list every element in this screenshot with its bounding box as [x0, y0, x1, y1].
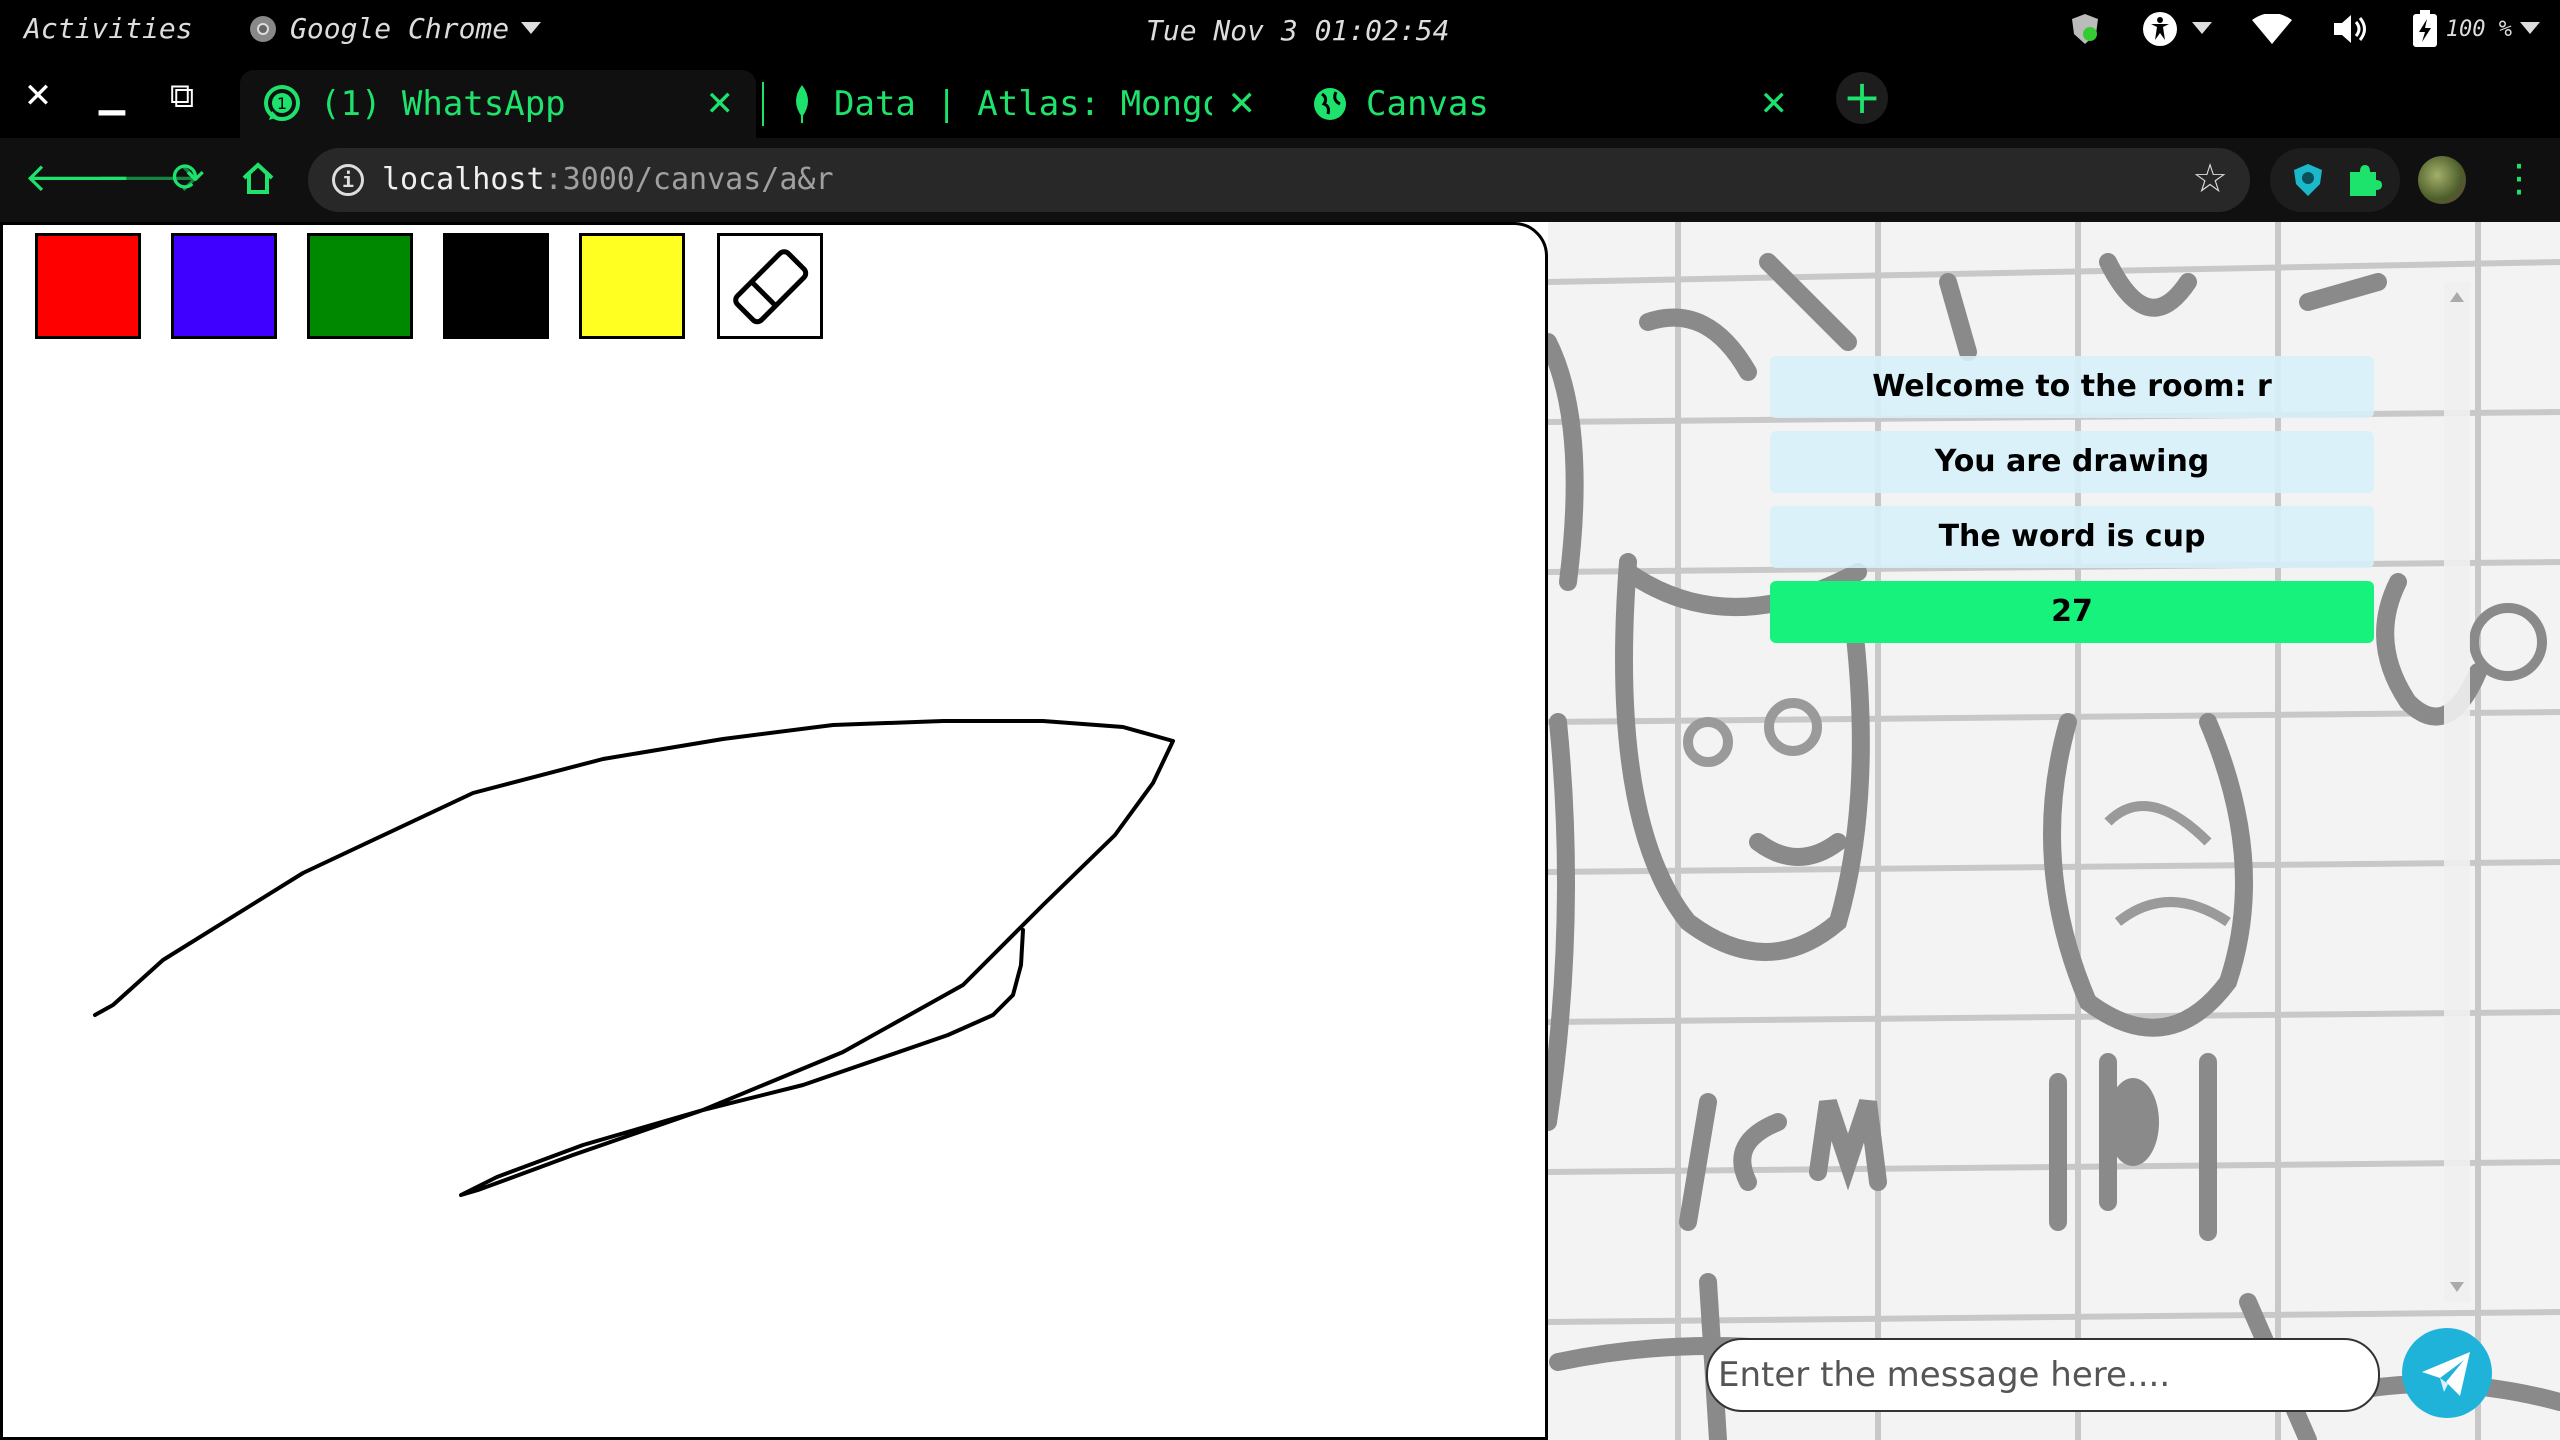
chrome-menu-icon[interactable]: ⋮ [2500, 154, 2538, 202]
send-button[interactable] [2402, 1328, 2492, 1418]
address-bar[interactable]: i localhost:3000/canvas/a&r ☆ [308, 148, 2250, 212]
chat-scrollbar[interactable] [2444, 282, 2470, 1302]
countdown-timer: 27 [1770, 581, 2374, 643]
volume-icon [2333, 15, 2366, 43]
chat-message: Welcome to the room: r [1770, 356, 2374, 418]
shield-icon [2071, 14, 2098, 44]
extensions-area [2270, 148, 2400, 212]
chevron-down-icon [521, 21, 542, 34]
chat-message: The word is cup [1770, 506, 2374, 568]
battery-percent: 100 % [2445, 16, 2512, 42]
url-text[interactable]: localhost:3000/canvas/a&r [382, 162, 834, 197]
wifi-icon [2251, 14, 2292, 44]
drawing-board[interactable] [0, 222, 1548, 1440]
activities-button[interactable]: Activities [24, 12, 193, 45]
mongodb-leaf-icon [796, 85, 808, 123]
page-content: Welcome to the room: r You are drawing T… [0, 222, 2560, 1440]
home-button[interactable] [234, 154, 282, 202]
chat-panel: Welcome to the room: r You are drawing T… [1548, 222, 2560, 1440]
reload-button[interactable]: ⟳ [164, 154, 212, 202]
tab-mongodb[interactable]: Data | Atlas: MongoDB ✕ [770, 70, 1270, 138]
chrome-icon [250, 15, 276, 42]
tab-title: (1) WhatsApp [320, 84, 566, 124]
home-icon [242, 162, 274, 194]
accessibility-icon [2142, 12, 2177, 46]
tab-divider [762, 82, 764, 126]
close-tab-icon[interactable]: ✕ [706, 84, 735, 124]
profile-avatar[interactable] [2418, 156, 2466, 204]
minimize-window-button[interactable]: ▁ [92, 76, 132, 116]
canvas-drawing [93, 719, 1175, 1197]
scroll-down-arrow-icon[interactable] [2450, 1282, 2464, 1292]
restore-window-button[interactable]: ⧉ [162, 76, 202, 116]
globe-icon [1314, 88, 1346, 120]
paper-plane-icon [2422, 1352, 2470, 1396]
tab-strip: ✕ ▁ ⧉ 1 (1) WhatsApp ✕ Data | Atlas: Mon… [0, 60, 2560, 138]
back-button[interactable]: 🡐 [24, 154, 131, 202]
forward-button[interactable]: 🡒 [94, 154, 201, 202]
extension-shield-icon[interactable] [2290, 162, 2326, 198]
chat-messages: Welcome to the room: r You are drawing T… [1770, 356, 2374, 656]
scroll-up-arrow-icon[interactable] [2450, 292, 2464, 302]
chevron-down-icon [2191, 22, 2212, 34]
app-menu[interactable]: Google Chrome [248, 12, 542, 45]
close-tab-icon[interactable]: ✕ [1228, 84, 1257, 124]
puzzle-icon[interactable] [2346, 162, 2382, 198]
tab-title: Data | Atlas: MongoDB [834, 84, 1212, 124]
tab-title: Canvas [1366, 84, 1489, 124]
svg-text:1: 1 [277, 94, 287, 113]
close-tab-icon[interactable]: ✕ [1760, 84, 1789, 124]
system-top-bar: Activities Google Chrome Tue Nov 3 01:02… [0, 0, 2560, 60]
new-tab-button[interactable]: + [1836, 72, 1888, 124]
browser-toolbar: 🡐 🡒 ⟳ i localhost:3000/canvas/a&r ☆ ⋮ [0, 138, 2560, 222]
chat-message: You are drawing [1770, 431, 2374, 493]
clock[interactable]: Tue Nov 3 01:02:54 [1146, 14, 1449, 47]
tab-canvas[interactable]: Canvas ✕ [1290, 70, 1810, 138]
system-tray[interactable]: 100 % [2068, 10, 2540, 48]
bookmark-star-icon[interactable]: ☆ [2192, 156, 2228, 202]
chevron-down-icon [2520, 22, 2540, 34]
close-window-button[interactable]: ✕ [18, 76, 58, 116]
tab-whatsapp[interactable]: 1 (1) WhatsApp ✕ [240, 70, 756, 138]
whatsapp-icon: 1 [264, 85, 300, 121]
site-info-icon[interactable]: i [332, 164, 364, 196]
battery-icon [2412, 10, 2437, 47]
message-input[interactable] [1706, 1338, 2380, 1412]
app-name: Google Chrome [290, 12, 510, 45]
